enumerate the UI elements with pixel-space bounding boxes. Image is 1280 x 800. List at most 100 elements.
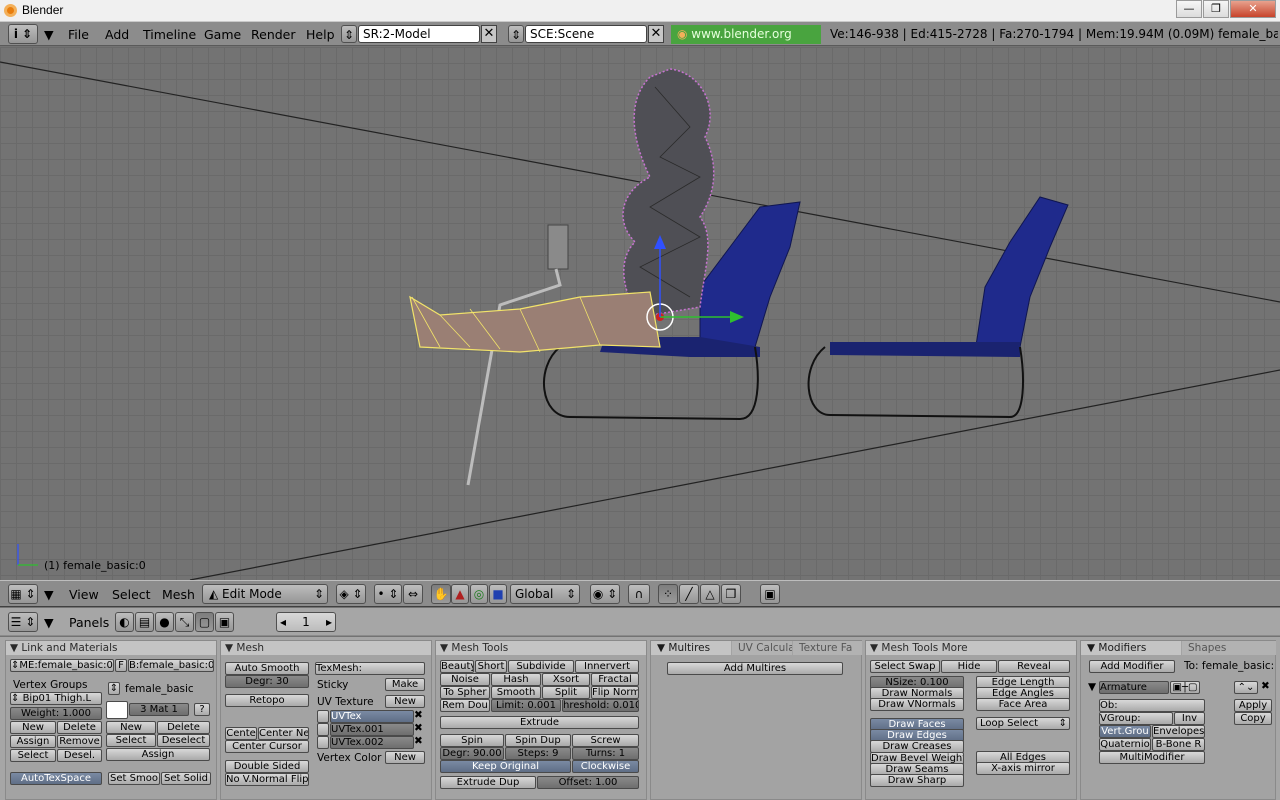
menu-timeline[interactable]: Timeline [143,27,196,42]
scene-browse-button[interactable]: ⇕ [508,25,524,43]
spin-dup-button[interactable]: Spin Dup [505,734,571,747]
uvtex-active-toggle-0[interactable] [317,710,329,723]
tab-modifiers[interactable]: ▼ Modifiers [1081,641,1181,655]
material-assign-button[interactable]: Assign [106,748,210,761]
reveal-button[interactable]: Reveal [998,660,1070,673]
center-button[interactable]: Cente [225,727,257,740]
manipulator-toggle[interactable]: ⇔ [403,584,423,604]
uvtex-delete-icon[interactable]: ✖ [414,735,423,747]
vertex-color-new-button[interactable]: New [385,751,425,764]
vert-groups-toggle[interactable]: Vert.Grou [1099,725,1151,738]
menu-view[interactable]: View [69,587,99,602]
limit-field[interactable]: Limit: 0.001 [491,699,561,712]
orientation-select[interactable]: Global ⇕ [510,584,580,604]
vertex-select-mode[interactable]: ⁘ [658,584,678,604]
screen-delete-button[interactable]: ✕ [481,25,497,43]
multimodifier-toggle[interactable]: MultiModifier [1099,751,1205,764]
center-cursor-button[interactable]: Center Cursor [225,740,309,753]
scene-name-field[interactable]: SCE:Scene [525,25,647,43]
rotate-manip-button[interactable]: ◎ [470,584,488,604]
editing-context-button[interactable]: ▢ [195,612,214,632]
panel-title[interactable]: ▼ Mesh Tools [436,641,646,655]
collapse-menu-icon[interactable]: ▼ [44,27,54,42]
panel-title[interactable]: ▼ Mesh [221,641,431,655]
tab-texture-face[interactable]: Texture Fa [793,641,862,655]
fractal-button[interactable]: Fractal [591,673,639,686]
tab-multires[interactable]: ▼ Multires [651,641,731,655]
material-color-swatch[interactable] [106,701,128,719]
set-smooth-button[interactable]: Set Smoo [108,772,160,785]
modifier-collapse-icon[interactable]: ▼ [1088,681,1096,693]
uvtex-item[interactable]: UVTex.001 [330,723,414,736]
autotexspace-toggle[interactable]: AutoTexSpace [10,772,102,785]
add-modifier-button[interactable]: Add Modifier [1089,660,1175,673]
smooth-button[interactable]: Smooth [491,686,541,699]
face-select-mode[interactable]: △ [700,584,720,604]
apply-modifier-button[interactable]: Apply [1234,699,1272,712]
no-vnormal-flip-toggle[interactable]: No V.Normal Flip [225,773,309,786]
editor-type-info-button[interactable]: i ⇕ [8,24,38,44]
invert-vgroup-toggle[interactable]: Inv [1174,712,1205,725]
translate-manip-button[interactable]: ▲ [451,584,469,604]
menu-panels[interactable]: Panels [69,615,109,630]
draw-vnormals-toggle[interactable]: Draw VNormals [870,698,964,711]
tab-uv-calculation[interactable]: UV Calcula [732,641,792,655]
render-preview-button[interactable]: ▣ [760,584,780,604]
retopo-toggle[interactable]: Retopo [225,694,309,707]
to-sphere-button[interactable]: To Spher [440,686,490,699]
noise-button[interactable]: Noise [440,673,490,686]
collapse-menu-icon-3[interactable]: ▼ [44,615,54,630]
spin-button[interactable]: Spin [440,734,504,747]
mode-select[interactable]: ◭ Edit Mode ⇕ [202,584,328,604]
hide-button[interactable]: Hide [941,660,997,673]
innervert-select[interactable]: Innervert [575,660,639,673]
panel-title[interactable]: ▼ Link and Materials [6,641,216,655]
uvtex-item[interactable]: UVTex.002 [330,736,414,749]
vgroup-deselect-button[interactable]: Desel. [57,749,102,762]
material-deselect-button[interactable]: Deselect [157,734,210,747]
copy-modifier-button[interactable]: Copy [1234,712,1272,725]
object-name-field[interactable]: B:female_basic:0 [128,659,214,672]
uvtex-delete-icon[interactable]: ✖ [414,709,423,721]
vgroup-select-button[interactable]: Select [10,749,56,762]
draw-type-select[interactable]: ◈ ⇕ [336,584,366,604]
editor-type-buttons-button[interactable]: ☰ ⇕ [8,612,38,632]
armature-object-field[interactable]: Ob: [1099,699,1205,712]
select-swap-button[interactable]: Select Swap [870,660,940,673]
edge-select-mode[interactable]: ╱ [679,584,699,604]
modifier-delete-icon[interactable]: ✖ [1261,680,1270,692]
modifier-name-field[interactable]: Armature [1099,681,1169,694]
shading-context-button[interactable]: ● [155,612,174,632]
vertex-group-select[interactable]: ⇕ Bip01 Thigh.L [10,692,102,705]
draw-sharp-toggle[interactable]: Draw Sharp [870,774,964,787]
spin-degree-field[interactable]: Degr: 90.00 [440,747,504,760]
proportional-edit-select[interactable]: ◉ ⇕ [590,584,620,604]
panel-title[interactable]: ▼ Mesh Tools More [866,641,1076,655]
snap-toggle[interactable]: ∩ [628,584,650,604]
screen-browse-button[interactable]: ⇕ [341,25,357,43]
add-multires-button[interactable]: Add Multires [667,662,843,675]
material-help-button[interactable]: ? [194,703,210,716]
hand-tool-button[interactable]: ✋ [431,584,451,604]
set-solid-button[interactable]: Set Solid [161,772,211,785]
offset-field[interactable]: Offset: 1.00 [537,776,639,789]
modifier-visibility-toggles[interactable]: ▣┼▢ [1170,681,1200,694]
xsort-button[interactable]: Xsort [542,673,590,686]
bbone-rest-toggle[interactable]: B-Bone R [1152,738,1205,751]
material-delete-button[interactable]: Delete [157,721,210,734]
maximize-button[interactable]: ❐ [1203,0,1229,18]
split-button[interactable]: Split [542,686,590,699]
tab-shapes[interactable]: Shapes [1182,641,1276,655]
double-sided-toggle[interactable]: Double Sided [225,760,309,773]
close-button[interactable]: ✕ [1230,0,1276,18]
weight-field[interactable]: Weight: 1.000 [10,707,102,720]
vgroup-delete-button[interactable]: Delete [57,721,102,734]
modifier-move-buttons[interactable]: ⌃⌄ [1234,681,1258,694]
uv-texture-new-button[interactable]: New [385,695,425,708]
beauty-toggle[interactable]: Beauty [440,660,474,673]
center-new-button[interactable]: Center Ne [258,727,309,740]
website-badge[interactable]: ◉ www.blender.org 249.2 [671,25,821,60]
x-axis-mirror-toggle[interactable]: X-axis mirror [976,762,1070,775]
material-index-field[interactable]: 3 Mat 1 [129,703,189,716]
material-new-button[interactable]: New [106,721,156,734]
